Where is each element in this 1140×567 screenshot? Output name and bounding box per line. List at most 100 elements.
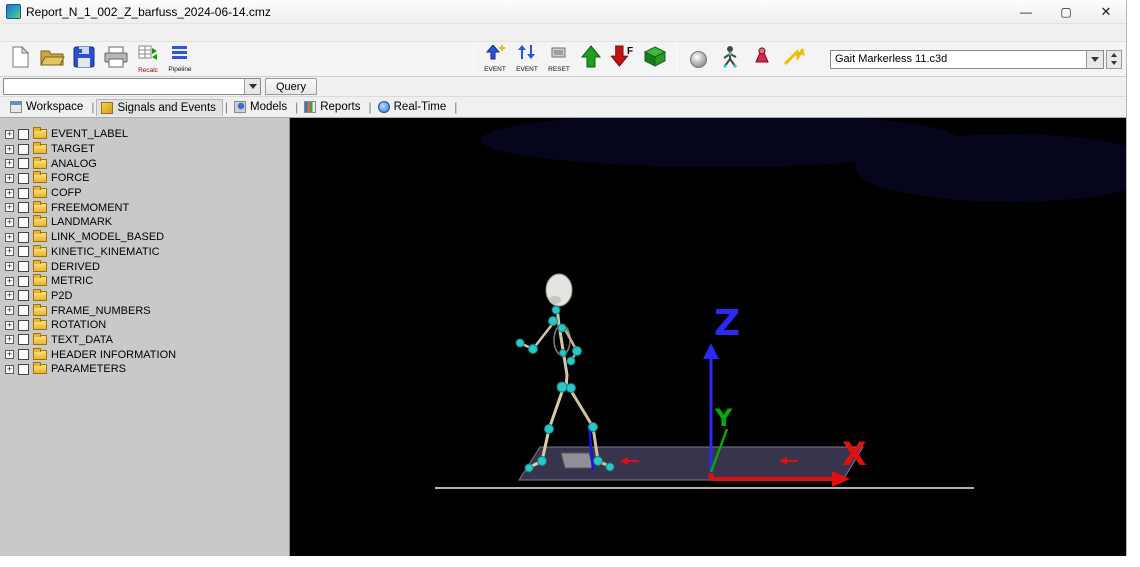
tree-row[interactable]: + EVENT_LABEL — [5, 127, 289, 142]
tree-item-label[interactable]: PARAMETERS — [51, 363, 126, 375]
expand-icon[interactable]: + — [5, 232, 14, 242]
menu-item[interactable] — [74, 32, 88, 34]
tree-checkbox[interactable] — [18, 202, 29, 214]
tree-item-label[interactable]: KINETIC_KINEMATIC — [51, 246, 160, 258]
expand-icon[interactable]: + — [5, 159, 14, 169]
open-file-button[interactable] — [37, 43, 67, 75]
tree-item-label[interactable]: TEXT_DATA — [51, 334, 113, 346]
close-button[interactable]: ✕ — [1086, 0, 1126, 23]
tree-row[interactable]: + FREEMOMENT — [5, 200, 289, 215]
model-pose-button[interactable] — [715, 43, 745, 75]
expand-icon[interactable]: + — [5, 217, 14, 227]
save-cmo-button[interactable] — [69, 43, 99, 75]
tree-checkbox[interactable] — [18, 319, 29, 331]
tree-checkbox[interactable] — [18, 172, 29, 184]
marker-sphere-button[interactable] — [683, 43, 713, 75]
file-select-dropdown-button[interactable] — [1086, 50, 1103, 68]
menu-item[interactable] — [4, 32, 18, 34]
frame-spinner[interactable] — [1106, 49, 1122, 69]
tree-row[interactable]: + METRIC — [5, 274, 289, 289]
tab[interactable]: Real-Time — [374, 99, 453, 115]
recalc-button[interactable]: Recalc — [133, 43, 163, 75]
tree-item-label[interactable]: TARGET — [51, 143, 95, 155]
pipeline-button[interactable]: Pipeline — [165, 43, 195, 75]
expand-icon[interactable]: + — [5, 262, 14, 272]
tree-item-label[interactable]: LANDMARK — [51, 216, 112, 228]
tree-row[interactable]: + ROTATION — [5, 318, 289, 333]
tree-row[interactable]: + LANDMARK — [5, 215, 289, 230]
tree-item-label[interactable]: ANALOG — [51, 158, 97, 170]
query-combo[interactable] — [3, 78, 261, 95]
menu-item[interactable] — [60, 32, 74, 34]
tree-checkbox[interactable] — [18, 216, 29, 228]
tree-item-label[interactable]: DERIVED — [51, 261, 100, 273]
expand-icon[interactable]: + — [5, 320, 14, 330]
tree-checkbox[interactable] — [18, 143, 29, 155]
menu-item[interactable] — [18, 32, 32, 34]
tree-item-label[interactable]: EVENT_LABEL — [51, 128, 128, 140]
3d-viewport[interactable]: Z Y X — [290, 118, 1126, 556]
tree-row[interactable]: + ANALOG — [5, 156, 289, 171]
tree-row[interactable]: + KINETIC_KINEMATIC — [5, 244, 289, 260]
tree-item-label[interactable]: HEADER INFORMATION — [51, 349, 176, 361]
expand-icon[interactable]: + — [5, 188, 14, 198]
tree-row[interactable]: + PARAMETERS — [5, 362, 289, 377]
expand-icon[interactable]: + — [5, 144, 14, 154]
expand-icon[interactable]: + — [5, 129, 14, 139]
minimize-button[interactable]: — — [1006, 0, 1046, 23]
print-button[interactable] — [101, 43, 131, 75]
menu-item[interactable] — [32, 32, 46, 34]
tree-item-label[interactable]: COFP — [51, 187, 82, 199]
tree-checkbox[interactable] — [18, 246, 29, 258]
maximize-button[interactable]: ▢ — [1046, 0, 1086, 23]
tree-checkbox[interactable] — [18, 363, 29, 375]
tab[interactable]: Models — [230, 99, 293, 115]
tree-row[interactable]: + TEXT_DATA — [5, 332, 289, 348]
tree-checkbox[interactable] — [18, 158, 29, 170]
tree-checkbox[interactable] — [18, 305, 29, 317]
tree-row[interactable]: + FRAME_NUMBERS — [5, 303, 289, 318]
tree-row[interactable]: + DERIVED — [5, 259, 289, 274]
tree-checkbox[interactable] — [18, 275, 29, 287]
tree-item-label[interactable]: FORCE — [51, 172, 90, 184]
menu-item[interactable] — [88, 32, 102, 34]
query-input[interactable] — [4, 79, 244, 94]
move-event-button[interactable]: EVENT — [512, 43, 542, 75]
reset-button[interactable]: RESET — [544, 43, 574, 75]
tree-checkbox[interactable] — [18, 334, 29, 346]
tree-row[interactable]: + P2D — [5, 288, 289, 304]
tree-item-label[interactable]: ROTATION — [51, 319, 106, 331]
tree-checkbox[interactable] — [18, 290, 29, 302]
tree-row[interactable]: + TARGET — [5, 142, 289, 157]
query-button[interactable]: Query — [265, 78, 317, 95]
tree-checkbox[interactable] — [18, 261, 29, 273]
expand-icon[interactable]: + — [5, 306, 14, 316]
query-dropdown-button[interactable] — [244, 79, 260, 94]
tree-checkbox[interactable] — [18, 231, 29, 243]
expand-icon[interactable]: + — [5, 350, 14, 360]
tree-checkbox[interactable] — [18, 187, 29, 199]
tree-row[interactable]: + HEADER INFORMATION — [5, 347, 289, 362]
force-up-button[interactable] — [576, 43, 606, 75]
tree-item-label[interactable]: LINK_MODEL_BASED — [51, 231, 164, 243]
menu-item[interactable] — [102, 32, 116, 34]
expand-icon[interactable]: + — [5, 247, 14, 257]
tab[interactable]: Workspace — [6, 99, 89, 115]
file-select[interactable]: Gait Markerless 11.c3d — [830, 49, 1104, 69]
force-down-button[interactable]: F — [608, 43, 638, 75]
tree-item-label[interactable]: FRAME_NUMBERS — [51, 305, 151, 317]
tree-row[interactable]: + FORCE — [5, 171, 289, 186]
tab[interactable]: Reports — [300, 99, 366, 115]
tab[interactable]: Signals and Events — [96, 98, 223, 116]
tree-item-label[interactable]: P2D — [51, 290, 72, 302]
new-file-button[interactable] — [5, 43, 35, 75]
landmark-pin-button[interactable] — [747, 43, 777, 75]
expand-icon[interactable]: + — [5, 364, 14, 374]
tree-checkbox[interactable] — [18, 128, 29, 140]
tree-row[interactable]: + COFP — [5, 186, 289, 201]
show-3d-object-button[interactable] — [640, 43, 670, 75]
add-event-button[interactable]: EVENT — [480, 43, 510, 75]
expand-icon[interactable]: + — [5, 173, 14, 183]
segment-wand-button[interactable] — [779, 43, 809, 75]
tree-row[interactable]: + LINK_MODEL_BASED — [5, 230, 289, 245]
